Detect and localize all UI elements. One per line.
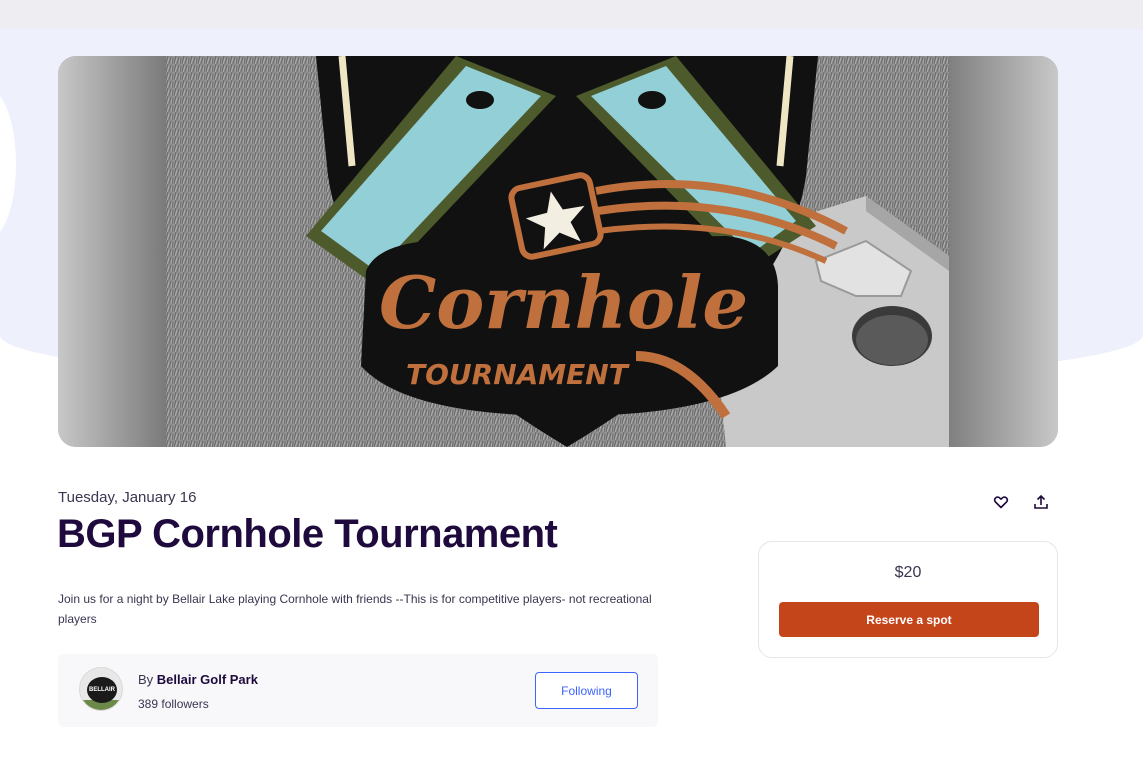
- reserve-spot-button[interactable]: Reserve a spot: [779, 602, 1039, 637]
- hero-blur-left: [58, 56, 166, 447]
- event-date: Tuesday, January 16: [58, 489, 197, 506]
- organizer-name[interactable]: Bellair Golf Park: [157, 672, 258, 687]
- event-hero-image: Cornhole TOURNAMENT: [58, 56, 1058, 447]
- hero-logo-script: Cornhole: [379, 260, 748, 345]
- event-description: Join us for a night by Bellair Lake play…: [58, 592, 652, 626]
- cornhole-tournament-logo-image: Cornhole TOURNAMENT: [166, 56, 949, 447]
- hero-logo-subtitle: TOURNAMENT: [406, 358, 630, 391]
- avatar-logo: BELLAIR: [87, 677, 117, 703]
- share-button[interactable]: [1029, 490, 1053, 514]
- organizer-card: BELLAIR By Bellair Golf Park 389 followe…: [58, 654, 658, 727]
- top-bar: [0, 0, 1143, 29]
- ticket-card: $20 Reserve a spot: [758, 541, 1058, 658]
- organizer-byline: By Bellair Golf Park: [138, 672, 258, 687]
- organizer-by-label: By: [138, 672, 157, 687]
- organizer-followers: 389 followers: [138, 697, 209, 711]
- hero-blur-right: [948, 56, 1058, 447]
- heart-icon: [993, 496, 1009, 509]
- following-button[interactable]: Following: [535, 672, 638, 709]
- event-title: BGP Cornhole Tournament: [57, 512, 558, 556]
- like-button[interactable]: [989, 490, 1013, 514]
- decorative-blob: [0, 89, 16, 239]
- share-icon: [1034, 494, 1048, 509]
- organizer-avatar[interactable]: BELLAIR: [79, 667, 123, 711]
- ticket-price: $20: [894, 564, 922, 581]
